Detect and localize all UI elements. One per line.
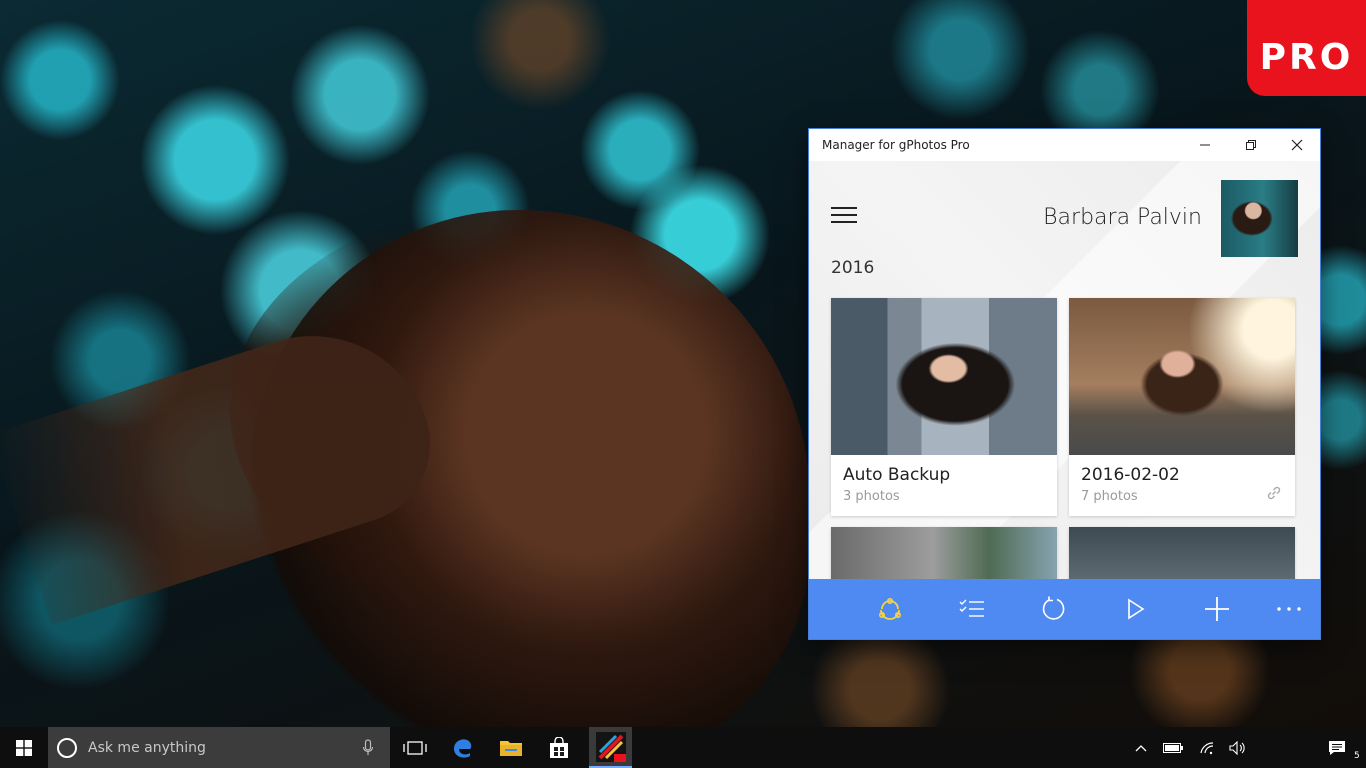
album-title: Auto Backup [843, 465, 951, 485]
speaker-icon [1229, 740, 1245, 755]
title-bar[interactable]: Manager for gPhotos Pro [809, 129, 1320, 161]
store-button[interactable] [536, 727, 582, 768]
notification-count: 5 [1354, 751, 1360, 761]
pro-badge-label: PRO [1259, 36, 1354, 78]
add-album-button[interactable] [1195, 589, 1239, 629]
pro-badge: PRO [1247, 0, 1366, 96]
close-button[interactable] [1274, 129, 1320, 161]
album-title: 2016-02-02 [1081, 465, 1180, 485]
cortana-icon [57, 737, 77, 758]
select-list-icon [959, 599, 984, 617]
action-center-button[interactable] [1322, 727, 1352, 768]
minimize-icon [1200, 144, 1210, 146]
user-name: Barbara Palvin [1043, 205, 1202, 230]
battery-button[interactable] [1160, 727, 1186, 768]
gphotos-app-icon [595, 731, 626, 762]
file-explorer-button[interactable] [488, 727, 534, 768]
microphone-icon[interactable] [362, 738, 374, 757]
taskbar: Ask me anything [0, 727, 1366, 768]
album-card-2016-02-02[interactable]: 2016-02-02 7 photos [1069, 298, 1295, 516]
show-hidden-icons-button[interactable] [1130, 727, 1152, 768]
refresh-icon [1042, 596, 1065, 620]
window-title: Manager for gPhotos Pro [822, 138, 970, 152]
refresh-button[interactable] [1032, 589, 1076, 629]
edge-icon [454, 738, 472, 758]
slideshow-button[interactable] [1113, 589, 1157, 629]
battery-icon [1163, 742, 1183, 753]
command-bar [809, 579, 1320, 639]
restore-icon [1246, 140, 1256, 150]
folder-icon [500, 740, 522, 756]
volume-button[interactable] [1225, 727, 1251, 768]
add-icon [1205, 597, 1229, 621]
album-photo-count: 7 photos [1081, 489, 1138, 504]
edge-browser-button[interactable] [440, 727, 486, 768]
windows-logo-icon [15, 739, 32, 756]
minimize-button[interactable] [1182, 129, 1228, 161]
upload-icon [878, 597, 901, 620]
upload-button[interactable] [868, 589, 912, 629]
network-button[interactable] [1194, 727, 1220, 768]
task-view-button[interactable] [392, 727, 438, 768]
restore-button[interactable] [1228, 129, 1274, 161]
link-icon [1267, 486, 1281, 500]
avatar[interactable] [1221, 180, 1298, 257]
album-thumbnail [831, 298, 1057, 455]
chevron-up-icon [1135, 744, 1147, 751]
more-options-button[interactable] [1267, 589, 1311, 629]
task-view-icon [403, 740, 427, 755]
gphotos-app-button[interactable] [589, 727, 632, 768]
album-card-auto-backup[interactable]: Auto Backup 3 photos [831, 298, 1057, 516]
start-button[interactable] [0, 727, 47, 768]
select-button[interactable] [950, 589, 994, 629]
play-icon [1128, 598, 1145, 620]
app-window: Manager for gPhotos Pro Barbara Palvin 2… [809, 129, 1320, 639]
wifi-icon [1200, 741, 1214, 754]
cortana-search-box[interactable]: Ask me anything [48, 727, 390, 768]
album-photo-count: 3 photos [843, 489, 900, 504]
hamburger-menu-button[interactable] [831, 207, 859, 227]
year-header: 2016 [831, 258, 875, 278]
more-icon [1277, 607, 1301, 611]
hamburger-icon [831, 207, 857, 209]
notification-icon [1329, 740, 1345, 755]
close-icon [1291, 139, 1303, 151]
store-bag-icon [550, 736, 568, 758]
album-thumbnail [1069, 298, 1295, 455]
search-placeholder: Ask me anything [88, 739, 206, 756]
